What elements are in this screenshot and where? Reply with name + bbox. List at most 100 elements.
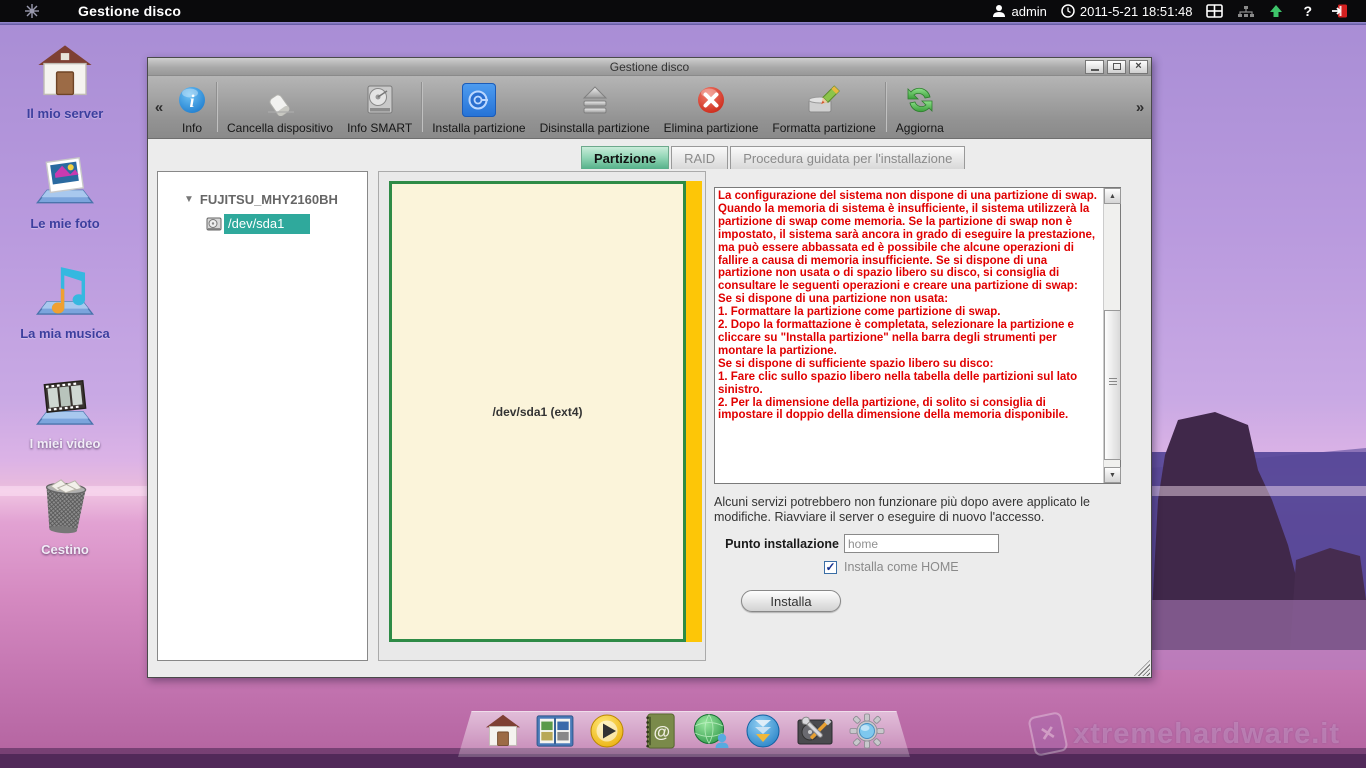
swap-info-panel: La configurazione del sistema non dispon… [714,187,1121,484]
menubar-accent-line [0,22,1366,25]
toolbar-separator [421,82,423,132]
dock: @ [470,706,900,756]
datetime: 2011-5-21 18:51:48 [1080,4,1193,19]
logout-icon[interactable] [1332,4,1348,18]
help-icon[interactable]: ? [1297,3,1318,19]
disk-management-window: Gestione disco × « i Info Cancella disp [147,57,1152,678]
dock-network-globe-icon[interactable] [692,712,730,750]
svg-text:@: @ [654,723,671,742]
partition-block-label: /dev/sda1 (ext4) [492,405,582,419]
desktop-icon-my-photos[interactable]: Le mie foto [10,152,120,231]
toolbar-separator [885,82,887,132]
dock-disk-tools-icon[interactable] [796,712,834,750]
disk-icon [206,217,222,232]
toolbar-info-button[interactable]: i Info [170,76,214,138]
active-app-title: Gestione disco [78,3,181,19]
window-title: Gestione disco [148,60,1151,74]
services-warning-text: Alcuni servizi potrebbero non funzionare… [714,495,1138,525]
tree-device-node[interactable]: ▼ FUJITSU_MHY2160BH [158,192,367,207]
info-scrollbar[interactable]: ▲ ▼ [1103,188,1120,483]
swap-info-text: La configurazione del sistema non dispon… [718,190,1100,481]
scrollbar-thumb[interactable] [1104,310,1121,460]
scroll-up-arrow-icon[interactable]: ▲ [1104,188,1121,204]
update-arrow-icon[interactable] [1269,4,1283,18]
tree-expand-icon[interactable]: ▼ [184,194,194,205]
music-icon [10,262,120,320]
photos-icon [10,152,120,210]
tree-partition-label: /dev/sda1 [224,214,310,234]
minimize-button[interactable] [1085,60,1104,74]
tab-install-wizard[interactable]: Procedura guidata per l'installazione [730,146,965,169]
delete-icon [696,81,726,119]
system-logo-icon[interactable] [24,3,40,19]
tree-partition-node[interactable]: /dev/sda1 [206,214,367,234]
eraser-icon [260,81,300,119]
device-tree-panel: ▼ FUJITSU_MHY2160BH /dev/sda1 [157,171,368,661]
toolbar-erase-device-button[interactable]: Cancella dispositivo [220,76,340,138]
desktop-icon-trash[interactable]: Cestino [10,478,120,557]
toolbar-scroll-right[interactable]: » [1129,76,1151,138]
user-icon [992,4,1006,18]
free-space-strip[interactable] [686,181,702,642]
desktop-icon-my-music[interactable]: La mia musica [10,262,120,341]
partition-block-sda1[interactable]: /dev/sda1 (ext4) [389,181,686,642]
mount-point-label: Punto installazione [714,537,839,551]
tab-raid[interactable]: RAID [671,146,728,169]
refresh-icon [904,81,936,119]
desktop-icon-label: I miei video [10,436,120,451]
dock-photo-album-icon[interactable] [536,712,574,750]
dock-address-book-icon[interactable]: @ [640,712,678,750]
partition-map-panel: /dev/sda1 (ext4) [378,171,706,661]
mount-point-input[interactable] [844,534,999,553]
house-icon [10,42,120,100]
toolbar-smart-info-button[interactable]: Info SMART [340,76,419,138]
watermark-x-logo: × [1027,711,1069,757]
desktop-icon-label: La mia musica [10,326,120,341]
desktop-screen: Gestione disco admin 2011-5-21 18:51:48 … [0,0,1366,768]
install-as-home-row[interactable]: ✓ Installa come HOME [824,560,959,574]
clock-icon [1061,4,1075,18]
toolbar-delete-partition-button[interactable]: Elimina partizione [657,76,766,138]
window-titlebar[interactable]: Gestione disco × [148,58,1151,76]
toolbar-scroll-left[interactable]: « [148,76,170,138]
maximize-button[interactable] [1107,60,1126,74]
videos-icon [10,372,120,430]
desktop-icon-my-videos[interactable]: I miei video [10,372,120,451]
watermark-text: xtremehardware.it [1073,718,1340,751]
toolbar-install-partition-button[interactable]: Installa partizione [425,76,532,138]
eject-icon [578,81,612,119]
window-resize-grip[interactable] [1134,660,1150,676]
watermark: × xtremehardware.it [1031,714,1340,754]
toolbar-format-partition-button[interactable]: Formatta partizione [765,76,882,138]
dock-home-icon[interactable] [484,712,522,750]
dock-media-player-icon[interactable] [588,712,626,750]
info-icon: i [177,81,207,119]
tab-partizione[interactable]: Partizione [581,146,669,169]
username: admin [1011,4,1046,19]
install-partition-icon [462,83,496,117]
toolbar-refresh-button[interactable]: Aggiorna [889,76,951,138]
dock-settings-gear-icon[interactable] [848,712,886,750]
desktop-icon-label: Le mie foto [10,216,120,231]
trash-icon [10,478,120,536]
network-status-icon[interactable] [1237,5,1255,18]
close-button[interactable]: × [1129,60,1148,74]
window-content: Partizione RAID Procedura guidata per l'… [148,140,1151,677]
home-checkbox-label: Installa come HOME [844,560,959,574]
dock-download-icon[interactable] [744,712,782,750]
tree-device-label: FUJITSU_MHY2160BH [200,192,338,207]
desktop-icon-label: Cestino [10,542,120,557]
smart-disk-icon [364,81,396,119]
desktop-icon-my-server[interactable]: Il mio server [10,42,120,121]
user-indicator[interactable]: admin [992,4,1046,19]
install-button[interactable]: Installa [741,590,841,612]
clock-indicator: 2011-5-21 18:51:48 [1061,4,1193,19]
home-checkbox[interactable]: ✓ [824,561,837,574]
svg-text:i: i [189,91,194,111]
apps-grid-icon[interactable] [1206,4,1223,18]
tab-bar: Partizione RAID Procedura guidata per l'… [581,146,967,169]
scroll-down-arrow-icon[interactable]: ▼ [1104,467,1121,483]
format-icon [806,81,842,119]
toolbar-separator [216,82,218,132]
toolbar-uninstall-partition-button[interactable]: Disinstalla partizione [533,76,657,138]
